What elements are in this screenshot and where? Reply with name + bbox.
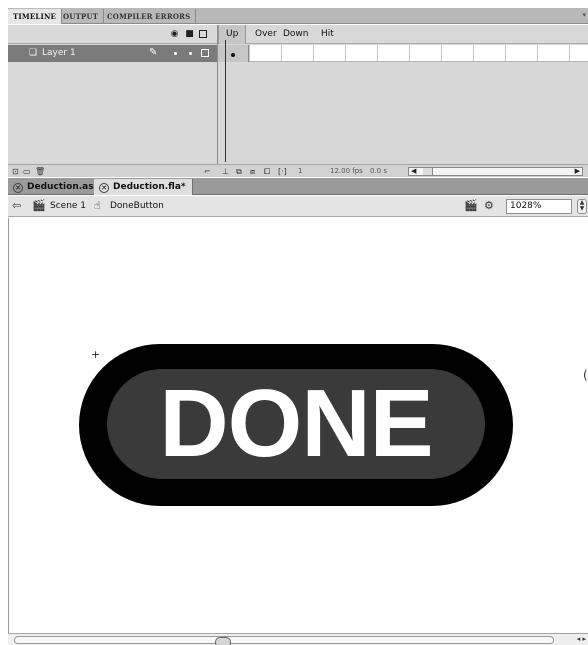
modify-onion-markers-icon[interactable]: [·] bbox=[278, 167, 287, 176]
layer-icon: ❏ bbox=[29, 48, 38, 58]
delete-layer-icon[interactable]: 🗑 bbox=[35, 167, 45, 176]
lock-dot[interactable] bbox=[189, 52, 192, 55]
elapsed-time: 0.0 s bbox=[370, 167, 388, 175]
edit-bar: ⇦ 🎬 Scene 1 ☝ DoneButton 🎬 ⚙ 1028% ▲ ▼ bbox=[8, 196, 588, 217]
outline-icon[interactable] bbox=[199, 30, 207, 38]
new-folder-icon[interactable]: ▭ bbox=[23, 167, 31, 176]
close-tab-icon[interactable]: ✕ bbox=[13, 183, 23, 193]
panel-resize-icon[interactable]: ⌐ bbox=[204, 167, 211, 176]
document-tab-bar: ✕ Deduction.as ✕ Deduction.fla* bbox=[8, 178, 588, 195]
layer-list-empty bbox=[8, 63, 217, 163]
scroll-thumb[interactable] bbox=[215, 637, 231, 645]
timeline-panel: ◉ ■ Up Over Down Hit ❏ Layer 1 ✎ ⊡ ▭ 🗑 ⌐… bbox=[8, 25, 588, 177]
edit-symbols-icon[interactable]: ⚙ bbox=[484, 200, 494, 212]
layer-row[interactable]: ❏ Layer 1 ✎ bbox=[8, 45, 217, 62]
playhead[interactable] bbox=[225, 40, 226, 162]
scroll-arrows-icon[interactable]: ◂ ▸ bbox=[577, 634, 586, 645]
outline-square-icon[interactable] bbox=[201, 49, 209, 57]
zoom-input[interactable]: 1028% bbox=[506, 199, 572, 214]
visibility-dot[interactable] bbox=[174, 52, 177, 55]
pencil-icon: ✎ bbox=[149, 47, 158, 58]
breadcrumb-scene[interactable]: Scene 1 bbox=[50, 196, 86, 217]
frame-label-hit[interactable]: Hit bbox=[321, 25, 334, 44]
layer-header: ◉ ■ bbox=[8, 25, 217, 44]
frame-label-header: Up Over Down Hit bbox=[218, 25, 588, 44]
timeline-scroll-thumb[interactable] bbox=[423, 168, 433, 175]
done-button-inner[interactable]: DONE bbox=[107, 369, 485, 479]
keyframe[interactable] bbox=[218, 45, 249, 62]
zoom-stepper[interactable]: ▲ ▼ bbox=[577, 199, 587, 214]
doc-tab-deduction-fla[interactable]: ✕ Deduction.fla* bbox=[94, 179, 193, 195]
edit-scene-icon[interactable]: 🎬 bbox=[464, 200, 478, 212]
frame-label-up[interactable]: Up bbox=[218, 25, 247, 44]
frame-label-down[interactable]: Down bbox=[283, 25, 309, 44]
layer-name[interactable]: Layer 1 bbox=[42, 45, 76, 62]
horizontal-scrollbar[interactable]: ◂ ▸ bbox=[8, 633, 588, 645]
timeline-status-bar: ⊡ ▭ 🗑 ⌐ ⊥ ⧉ ⧈ ⧠ [·] 1 12.00 fps 0.0 s ◀ … bbox=[8, 164, 588, 177]
frame-rate[interactable]: 12.00 fps bbox=[330, 166, 363, 177]
tab-compiler-errors[interactable]: COMPILER ERRORS bbox=[102, 9, 197, 24]
button-symbol-icon: ☝ bbox=[94, 199, 101, 212]
frame-cells[interactable] bbox=[218, 45, 588, 62]
current-frame: 1 bbox=[298, 167, 303, 175]
scene-icon: 🎬 bbox=[32, 199, 46, 212]
doc-tab-label: Deduction.as bbox=[27, 182, 94, 192]
edit-multiple-frames-icon[interactable]: ⧠ bbox=[264, 167, 270, 176]
done-button-label: DONE bbox=[159, 370, 433, 477]
timeline-scrollbar[interactable]: ◀ ▶ bbox=[408, 167, 583, 176]
tab-output[interactable]: OUTPUT bbox=[58, 9, 105, 24]
scroll-track[interactable] bbox=[14, 636, 554, 645]
scroll-left-icon[interactable]: ◀ bbox=[411, 167, 416, 176]
done-button-outer[interactable]: DONE bbox=[79, 344, 513, 506]
center-frame-icon[interactable]: ⊥ bbox=[222, 167, 229, 176]
registration-point-icon: + bbox=[91, 348, 101, 361]
timeline-divider[interactable] bbox=[217, 25, 218, 165]
back-arrow-icon[interactable]: ⇦ bbox=[12, 200, 21, 212]
onion-skin-icon[interactable]: ⧉ bbox=[236, 167, 242, 176]
doc-tab-label: Deduction.fla* bbox=[113, 182, 186, 192]
frame-label-over[interactable]: Over bbox=[255, 25, 277, 44]
tab-timeline[interactable]: TIMELINE bbox=[8, 9, 63, 24]
scroll-right-icon[interactable]: ▶ bbox=[575, 167, 580, 176]
new-layer-icon[interactable]: ⊡ bbox=[12, 167, 19, 176]
lock-icon[interactable]: ■ bbox=[185, 29, 194, 39]
onion-skin-outlines-icon[interactable]: ⧈ bbox=[250, 167, 255, 176]
breadcrumb-symbol[interactable]: DoneButton bbox=[110, 196, 164, 217]
panel-menu-icon[interactable]: ▾ bbox=[582, 11, 586, 19]
close-tab-icon[interactable]: ✕ bbox=[99, 183, 109, 193]
pasteboard-edge: ( bbox=[583, 368, 588, 382]
panel-tab-bar: TIMELINE OUTPUT COMPILER ERRORS ▾ bbox=[8, 8, 588, 24]
eye-icon[interactable]: ◉ bbox=[170, 29, 179, 39]
stage[interactable]: DONE + ( bbox=[8, 218, 588, 633]
doc-tab-deduction-as[interactable]: ✕ Deduction.as bbox=[8, 179, 101, 195]
